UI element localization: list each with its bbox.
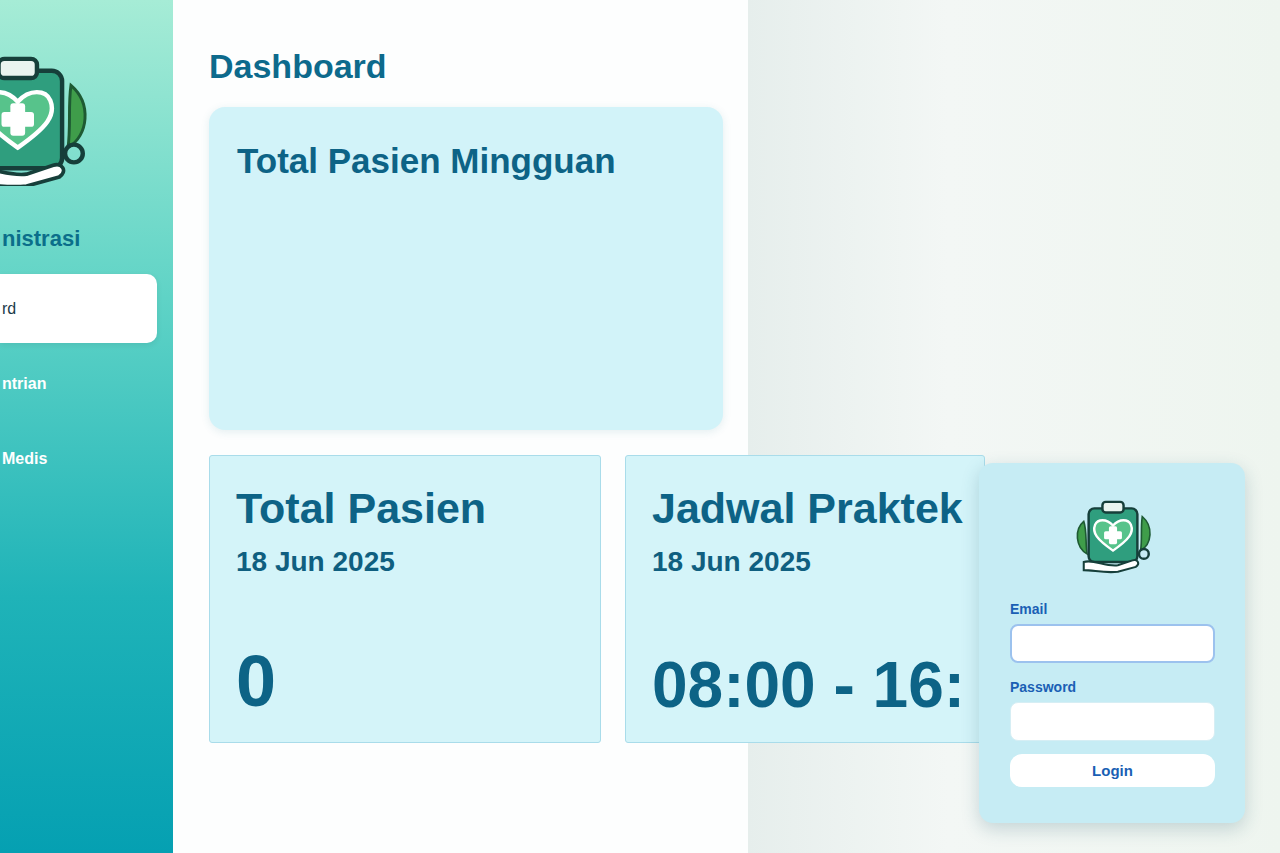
text-input[interactable] — [1010, 702, 1215, 741]
app-page: nistrasi rdntrianMedis Dashboard Total Pasi… — [0, 0, 1280, 853]
stat-title: Total Pasien — [236, 484, 578, 533]
stat-date: 18 Jun 2025 — [236, 546, 578, 578]
login-button[interactable]: Login — [1010, 754, 1215, 787]
login-field: Password — [1010, 663, 1215, 741]
sidebar: nistrasi rdntrianMedis — [0, 0, 173, 853]
stat-value: 08:00 - 16: — [652, 649, 962, 723]
sidebar-item[interactable]: rd — [0, 274, 157, 343]
stat-title: Jadwal Praktek — [652, 484, 962, 533]
sidebar-title: nistrasi — [0, 226, 173, 252]
main-content: Dashboard Total Pasien Mingguan Total Pasi… — [173, 0, 1280, 853]
stat-value: 0 — [236, 640, 578, 723]
sidebar-item[interactable]: Medis — [0, 424, 157, 493]
stat-date: 18 Jun 2025 — [652, 546, 962, 578]
field-label: Password — [1010, 679, 1215, 695]
login-field: Email — [1010, 575, 1215, 663]
weekly-patients-card: Total Pasien Mingguan — [209, 107, 723, 430]
field-label: Email — [1010, 601, 1215, 617]
card-title: Total Pasien Mingguan — [237, 141, 695, 181]
clinic-logo-icon — [0, 50, 92, 186]
stat-card: Jadwal Praktek 18 Jun 2025 08:00 - 16: — [625, 455, 985, 743]
stat-card: Total Pasien 18 Jun 2025 0 — [209, 455, 601, 743]
page-title: Dashboard — [209, 48, 1280, 85]
text-input[interactable] — [1010, 624, 1215, 663]
sidebar-item[interactable]: ntrian — [0, 349, 157, 418]
clinic-logo-icon — [1071, 497, 1155, 575]
login-card: Email Password Login — [979, 463, 1245, 823]
sidebar-menu: rdntrianMedis — [0, 274, 173, 493]
